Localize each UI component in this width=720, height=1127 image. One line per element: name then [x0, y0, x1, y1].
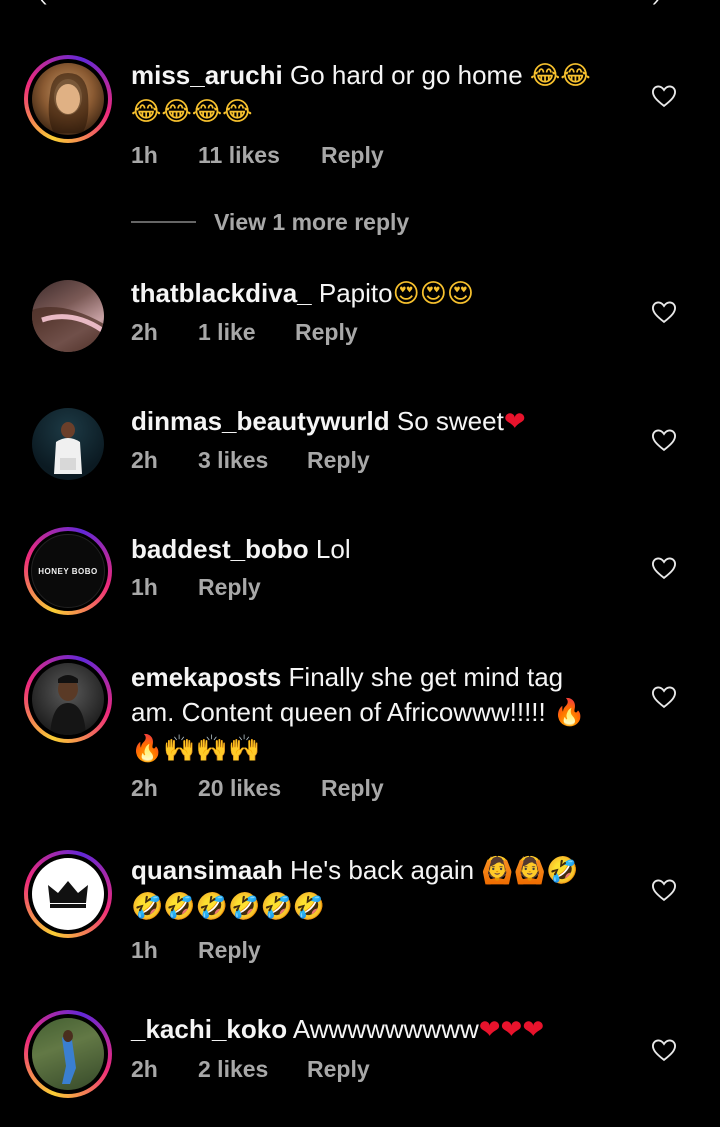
comment-username[interactable]: baddest_bobo [131, 534, 309, 564]
heart-icon[interactable] [650, 298, 678, 326]
profile-photo [50, 675, 86, 735]
comment-time: 1h [131, 142, 158, 168]
comment-username[interactable]: dinmas_beautywurld [131, 406, 390, 436]
comment-time: 2h [131, 775, 158, 801]
rofl-emoji: 🤣🤣🤣🤣🤣🤣 [131, 892, 326, 922]
woman-gesturing-emoji: 🙆🙆🤣 [481, 856, 579, 886]
avatar[interactable] [24, 400, 112, 488]
comment-time: 2h [131, 319, 158, 345]
avatar[interactable]: HONEY BOBO [24, 527, 112, 615]
reply-button[interactable]: Reply [295, 319, 358, 346]
heart-icon[interactable] [650, 554, 678, 582]
comment-text: Lol [315, 534, 351, 564]
comment-time: 2h [131, 447, 158, 473]
reply-button[interactable]: Reply [307, 447, 370, 474]
heart-icon[interactable] [650, 426, 678, 454]
reply-button[interactable]: Reply [198, 574, 261, 601]
avatar[interactable] [24, 1010, 112, 1098]
comment-text: Awwwwwwwww [292, 1014, 479, 1044]
reply-button[interactable]: Reply [307, 1056, 370, 1083]
laughing-emoji: 😂😂😂😂 [131, 97, 253, 127]
comment-username[interactable]: _kachi_koko [131, 1014, 287, 1044]
red-heart-emoji: ❤❤❤ [478, 1015, 545, 1045]
comment-username[interactable]: thatblackdiva_ [131, 278, 312, 308]
heart-icon[interactable] [650, 876, 678, 904]
menu-chevron-icon[interactable]: › [652, 0, 659, 12]
view-more-label[interactable]: View 1 more reply [214, 209, 409, 236]
comment-text: Go hard or go home [289, 60, 523, 90]
avatar[interactable] [24, 655, 112, 743]
reply-button[interactable]: Reply [198, 937, 261, 964]
comment-text: So sweet [396, 406, 504, 436]
avatar-logo-text: HONEY BOBO [38, 566, 98, 576]
comment-likes[interactable]: 2 likes [198, 1056, 307, 1083]
comment-time: 1h [131, 937, 158, 963]
comment-text: Papito [318, 278, 393, 308]
divider [131, 221, 196, 223]
heart-icon[interactable] [650, 82, 678, 110]
comment-text: He's back again [289, 855, 475, 885]
comment-username[interactable]: emekaposts [131, 662, 281, 692]
comment-username[interactable]: miss_aruchi [131, 60, 283, 90]
reply-button[interactable]: Reply [321, 142, 384, 169]
comment-username[interactable]: quansimaah [131, 855, 283, 885]
laughing-emoji: 😂😂 [529, 61, 591, 91]
profile-photo [48, 73, 89, 133]
comment-time: 2h [131, 1056, 158, 1082]
comment-likes[interactable]: 20 likes [198, 775, 321, 802]
heart-icon[interactable] [650, 1036, 678, 1064]
red-heart-emoji: ❤ [503, 407, 526, 437]
reply-button[interactable]: Reply [321, 775, 384, 802]
comment-text-continued: am. Content queen of Africowww!!!!! [131, 697, 546, 727]
profile-photo [32, 307, 104, 352]
profile-photo [32, 1018, 104, 1090]
heart-icon[interactable] [650, 683, 678, 711]
avatar[interactable] [24, 55, 112, 143]
raising-hands-emoji: 🔥🙌🙌🙌 [131, 734, 261, 764]
comment-likes[interactable]: 1 like [198, 319, 295, 346]
comment-likes[interactable]: 11 likes [198, 142, 321, 169]
profile-photo [54, 422, 82, 474]
comment-text: Finally she get mind tag [288, 662, 564, 692]
comment-time: 1h [131, 574, 158, 600]
heart-eyes-emoji: 😍😍😍 [392, 279, 474, 309]
comment-likes[interactable]: 3 likes [198, 447, 307, 474]
avatar[interactable] [24, 850, 112, 938]
back-chevron-icon[interactable]: ‹ [40, 0, 47, 12]
fire-emoji: 🔥 [553, 698, 586, 728]
crown-icon [48, 881, 88, 908]
view-more-replies[interactable]: View 1 more reply [131, 205, 409, 239]
avatar[interactable] [24, 272, 112, 360]
